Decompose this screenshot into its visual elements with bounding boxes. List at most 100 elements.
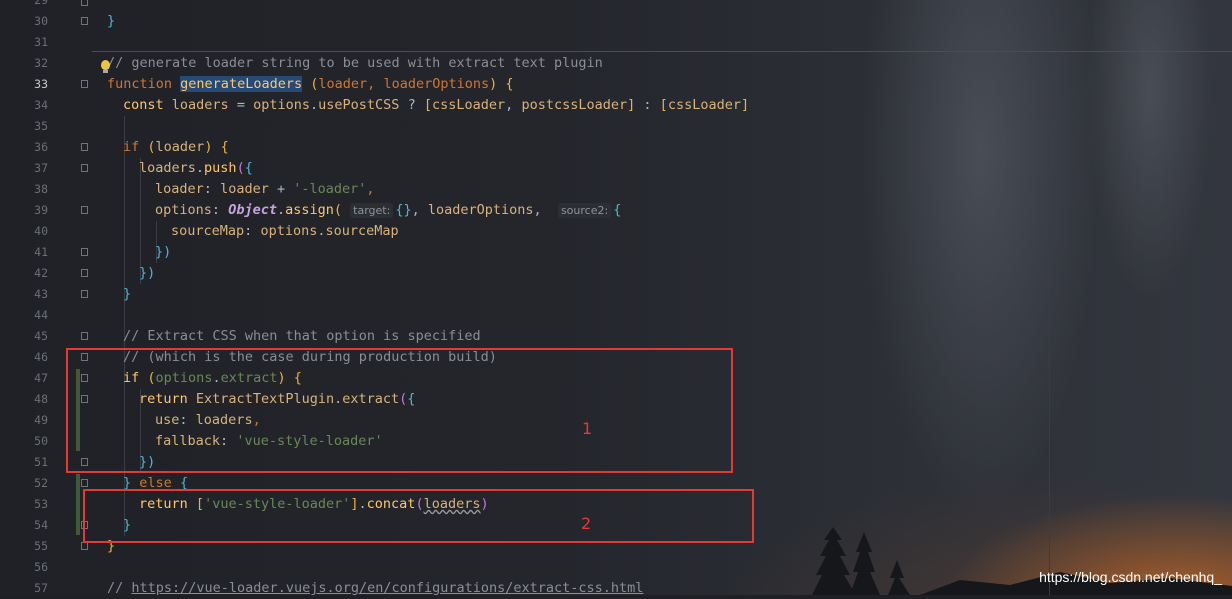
identifier: options [253,97,311,113]
token: . [310,97,319,113]
keyword: if [123,139,140,155]
vcs-change-marker [76,474,80,535]
tree-silhouette [888,560,910,595]
fold-marker-icon[interactable] [81,542,88,550]
token: ) [489,76,498,92]
token: , [411,202,420,218]
fold-marker-icon[interactable] [81,248,88,256]
token: , [366,181,375,197]
tree-silhouette [850,532,880,595]
token: : [211,202,221,218]
code-line-41: }) [155,242,171,263]
line-number-current: 33 [34,77,48,91]
token: . [195,160,205,176]
code-line-43: } [123,284,131,305]
line-number: 50 [34,434,48,448]
line-number: 57 [34,581,48,595]
token: ( [236,160,245,176]
code-line-33: function generateLoaders (loader, loader… [107,74,514,95]
token: : [643,97,652,113]
keyword: function [107,76,173,92]
watermark: https://blog.csdn.net/chenhq_ [1039,569,1222,585]
line-number: 44 [34,308,48,322]
variable: loaderOptions [427,202,534,218]
method-separator [92,51,1232,52]
fold-marker-icon[interactable] [81,17,88,25]
line-number: 30 [34,14,48,28]
parameter-hint: source2: [557,203,612,218]
token: {} [395,202,412,218]
code-line-57: // https://vue-loader.vuejs.org/en/confi… [107,578,643,599]
token: : [203,181,212,197]
line-number: 53 [34,497,48,511]
property: sourceMap [325,223,399,239]
code-line-37: loaders.push({ [139,158,253,179]
fold-marker-icon[interactable] [81,332,88,340]
fold-marker-icon[interactable] [81,206,88,214]
comment: // generate loader string to be used wit… [107,55,603,71]
line-number: 29 [34,0,48,7]
line-number: 52 [34,476,48,490]
line-number: 39 [34,203,48,217]
token: + [276,181,286,197]
line-number: 34 [34,98,48,112]
line-number: 41 [34,245,48,259]
code-line-32: // generate loader string to be used wit… [107,53,603,74]
annotation-box-1 [66,348,733,473]
comment-link[interactable]: https://vue-loader.vuejs.org/en/configur… [131,580,643,596]
parameter-hint: target: [350,203,394,218]
token: : [244,223,253,239]
string-literal: '-loader' [293,181,367,197]
identifier: cssLoader [667,97,741,113]
line-number: 49 [34,413,48,427]
fold-marker-icon[interactable] [81,269,88,277]
class-name: Object [228,202,277,218]
variable: loader [155,139,205,155]
code-line-34: const loaders = options.usePostCSS ? [cs… [123,95,749,116]
right-margin-guide [1049,0,1050,595]
fold-marker-icon[interactable] [81,0,88,6]
token: , [367,76,376,92]
function-call: assign [285,202,334,218]
code-line-45: // Extract CSS when that option is speci… [123,326,481,347]
token: ? [407,97,416,113]
code-line-39: options: Object.assign( target: {}, loade… [155,200,621,221]
object-key: sourceMap [171,223,245,239]
line-number: 56 [34,560,48,574]
token: { [505,76,514,92]
code-line-40: sourceMap: options.sourceMap [171,221,399,242]
editor-gutter: 29 30 31 32 33 34 35 36 37 38 39 40 41 4… [0,0,90,595]
token: { [220,139,229,155]
tree-silhouette [812,527,856,595]
function-call: push [204,160,237,176]
line-number: 45 [34,329,48,343]
line-number: 36 [34,140,48,154]
line-number: 31 [34,35,48,49]
param: loader [318,76,368,92]
token: ] [740,97,750,113]
line-number: 38 [34,182,48,196]
identifier: loaders [139,160,196,176]
annotation-label-2: 2 [581,514,592,533]
fold-marker-icon[interactable] [81,164,88,172]
line-number: 51 [34,455,48,469]
token: { [613,202,622,218]
lightbulb-intention-icon[interactable] [101,60,110,73]
fold-marker-icon[interactable] [81,479,88,487]
line-number: 47 [34,371,48,385]
variable: loader [220,181,269,197]
comment: // [107,580,132,596]
fold-marker-icon[interactable] [81,80,88,88]
keyword: const [123,97,164,113]
code-line-36: if (loader) { [123,137,229,158]
token: . [276,202,286,218]
fold-marker-icon[interactable] [81,143,88,151]
token: ] [627,97,636,113]
line-number: 48 [34,392,48,406]
line-number: 35 [34,119,48,133]
code-line-42: }) [139,263,155,284]
fold-marker-icon[interactable] [81,290,88,298]
token: ( [147,139,156,155]
line-number: 42 [34,266,48,280]
identifier: options [260,223,318,239]
